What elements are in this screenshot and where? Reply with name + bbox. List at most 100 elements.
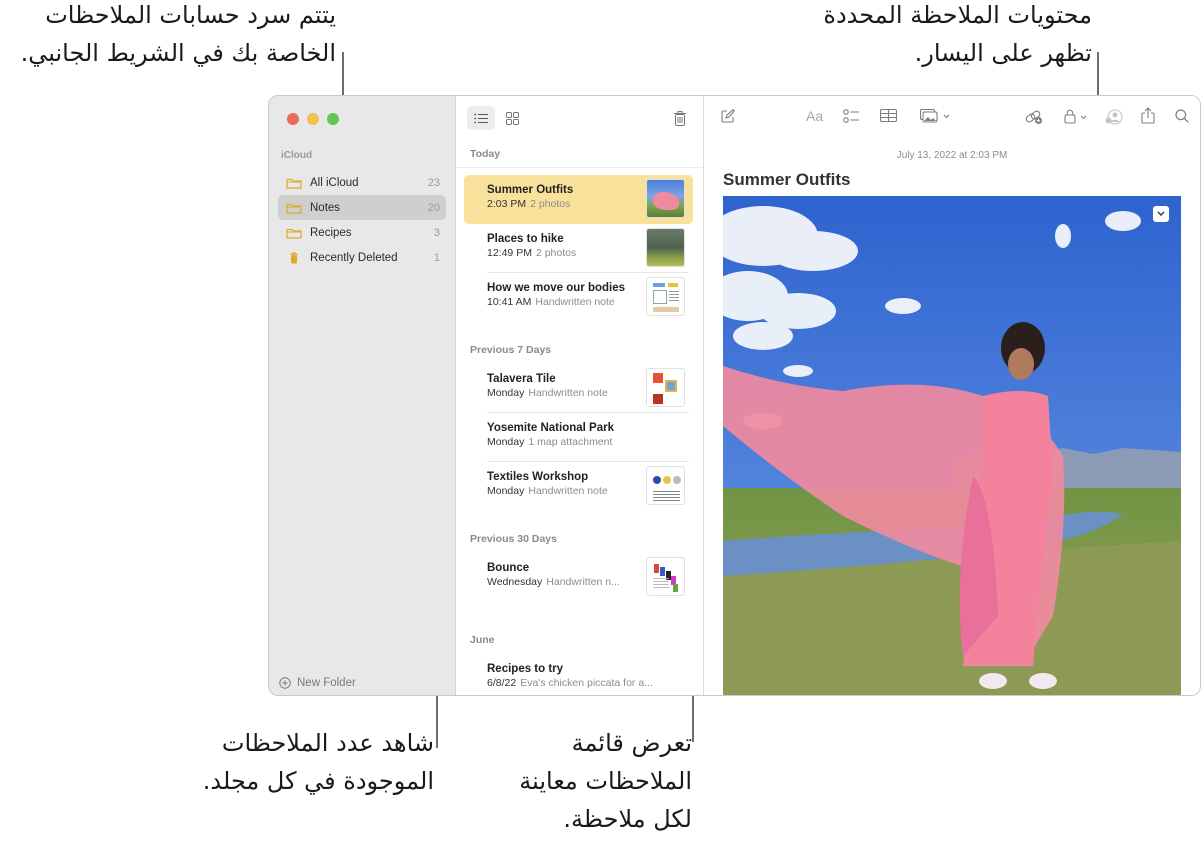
note-date: Monday — [487, 436, 525, 448]
plus-circle-icon — [279, 677, 291, 689]
callout-line: محتويات الملاحظة المحددة — [823, 1, 1092, 29]
collaborate-button[interactable] — [1025, 109, 1043, 125]
callout-line: الموجودة في كل مجلد. — [202, 767, 434, 795]
note-meta: 6/8/22 Eva's chicken piccata for a... — [487, 677, 693, 689]
trash-icon — [290, 251, 298, 263]
folder-count: 20 — [427, 201, 440, 214]
list-view-button[interactable] — [467, 106, 495, 130]
note-title: Recipes to try — [487, 663, 564, 675]
callout-line: الملاحظات معاينة — [519, 767, 692, 795]
checklist-icon — [843, 109, 859, 123]
media-button[interactable] — [920, 109, 950, 123]
photo-image — [723, 196, 1181, 695]
sidebar-item-recently-deleted[interactable]: Recently Deleted 1 — [278, 245, 446, 270]
compose-button[interactable] — [721, 109, 735, 123]
folder-icon — [286, 203, 302, 214]
table-icon — [880, 109, 897, 122]
note-row-places-to-hike[interactable]: Places to hike 12:49 PM 2 photos — [464, 224, 693, 273]
folder-name: Notes — [310, 201, 341, 214]
new-folder-label: New Folder — [297, 677, 356, 689]
callout-line: تظهر على اليسار. — [914, 39, 1092, 67]
callout-folder-counts: شاهد عدد الملاحظات الموجودة في كل مجلد. — [203, 724, 434, 800]
callout-line: الخاصة بك في الشريط الجانبي. — [20, 39, 336, 67]
window-controls — [287, 113, 339, 125]
share-button[interactable] — [1141, 107, 1155, 124]
note-row-content: Recipes to try 6/8/22 Eva's chicken picca… — [487, 663, 693, 689]
callout-note-previews: تعرض قائمة الملاحظات معاينة لكل ملاحظة. — [519, 724, 692, 838]
section-header-previous-7-days: Previous 7 Days — [470, 344, 552, 356]
format-button[interactable]: Aa — [806, 108, 823, 124]
sidebar-item-notes[interactable]: Notes 20 — [278, 195, 446, 220]
share-icon — [1141, 107, 1155, 124]
callout-line: تعرض قائمة — [571, 729, 692, 757]
close-button[interactable] — [287, 113, 299, 125]
note-thumbnail — [646, 228, 685, 267]
note-thumbnail — [646, 557, 685, 596]
note-preview: 1 map attachment — [528, 436, 613, 448]
delete-button[interactable] — [666, 106, 694, 130]
chevron-down-icon — [1157, 211, 1165, 216]
grid-icon — [505, 111, 519, 125]
note-row-how-we-move[interactable]: How we move our bodies 10:41 AM Handwritt… — [464, 273, 693, 322]
share-people-button[interactable] — [1105, 109, 1123, 125]
note-date: Monday — [487, 485, 525, 497]
sidebar-item-recipes[interactable]: Recipes 3 — [278, 220, 446, 245]
new-folder-button[interactable]: New Folder — [279, 677, 356, 689]
note-thumbnail — [646, 277, 685, 316]
callout-line: يتتم سرد حسابات الملاحظات — [45, 1, 336, 29]
sidebar: iCloud All iCloud 23 Notes 20 Recipes 3 … — [269, 96, 456, 695]
lock-icon — [1064, 109, 1087, 124]
note-date: Monday — [487, 387, 525, 399]
note-row-summer-outfits[interactable]: Summer Outfits 2:03 PM 2 photos — [464, 175, 693, 224]
note-preview: Handwritten note — [528, 485, 608, 497]
section-header-previous-30-days: Previous 30 Days — [470, 533, 557, 545]
note-thumbnail — [646, 466, 685, 505]
section-header-june: June — [470, 634, 495, 646]
zoom-button[interactable] — [327, 113, 339, 125]
compose-icon — [721, 109, 735, 123]
gallery-view-button[interactable] — [498, 106, 526, 130]
note-row-talavera-tile[interactable]: Talavera Tile Monday Handwritten note — [464, 364, 693, 413]
callout-sidebar-accounts: يتتم سرد حسابات الملاحظات الخاصة بك في ا… — [21, 0, 336, 72]
notes-window: iCloud All iCloud 23 Notes 20 Recipes 3 … — [268, 95, 1201, 696]
note-row-recipes-to-try[interactable]: Recipes to try 6/8/22 Eva's chicken picca… — [464, 654, 693, 695]
note-photo[interactable] — [723, 196, 1181, 695]
note-title: Yosemite National Park — [487, 422, 614, 434]
list-icon — [474, 113, 488, 123]
note-meta: Monday 1 map attachment — [487, 436, 693, 448]
folder-count: 23 — [427, 176, 440, 189]
format-label: Aa — [806, 108, 824, 124]
link-plus-icon — [1025, 110, 1042, 124]
table-button[interactable] — [880, 109, 897, 122]
checklist-button[interactable] — [843, 109, 860, 123]
callout-note-contents: محتويات الملاحظة المحددة تظهر على اليسار… — [823, 0, 1092, 72]
note-preview: Handwritten note — [528, 387, 608, 399]
sidebar-item-all-icloud[interactable]: All iCloud 23 — [278, 170, 446, 195]
search-button[interactable] — [1175, 109, 1189, 123]
note-row-bounce[interactable]: Bounce Wednesday Handwritten n... — [464, 553, 693, 602]
note-preview: 2 photos — [530, 198, 571, 210]
note-date: 6/8/22 — [487, 677, 517, 689]
note-thumbnail — [646, 179, 685, 218]
note-thumbnail — [646, 368, 685, 407]
note-title[interactable]: Summer Outfits — [723, 170, 851, 190]
note-preview: Handwritten note — [535, 296, 615, 308]
photo-options-button[interactable] — [1153, 206, 1169, 222]
section-header-today: Today — [456, 140, 703, 168]
note-row-content: Yosemite National Park Monday 1 map attac… — [487, 422, 693, 448]
folder-name: Recipes — [310, 226, 352, 239]
note-date: Wednesday — [487, 576, 543, 588]
note-row-textiles-workshop[interactable]: Textiles Workshop Monday Handwritten note — [464, 462, 693, 511]
note-preview: Eva's chicken piccata for a... — [520, 677, 653, 689]
lock-button[interactable] — [1064, 109, 1090, 124]
note-date: July 13, 2022 at 2:03 PM — [896, 150, 1008, 161]
photo-icon — [920, 109, 950, 123]
minimize-button[interactable] — [307, 113, 319, 125]
note-preview: 2 photos — [535, 247, 577, 259]
folder-icon — [286, 228, 302, 239]
callout-line: لكل ملاحظة. — [563, 805, 692, 833]
folder-name: Recently Deleted — [310, 251, 398, 264]
person-circle-icon — [1105, 109, 1123, 125]
search-icon — [1175, 109, 1189, 123]
note-row-yosemite[interactable]: Yosemite National Park Monday 1 map attac… — [464, 413, 693, 462]
